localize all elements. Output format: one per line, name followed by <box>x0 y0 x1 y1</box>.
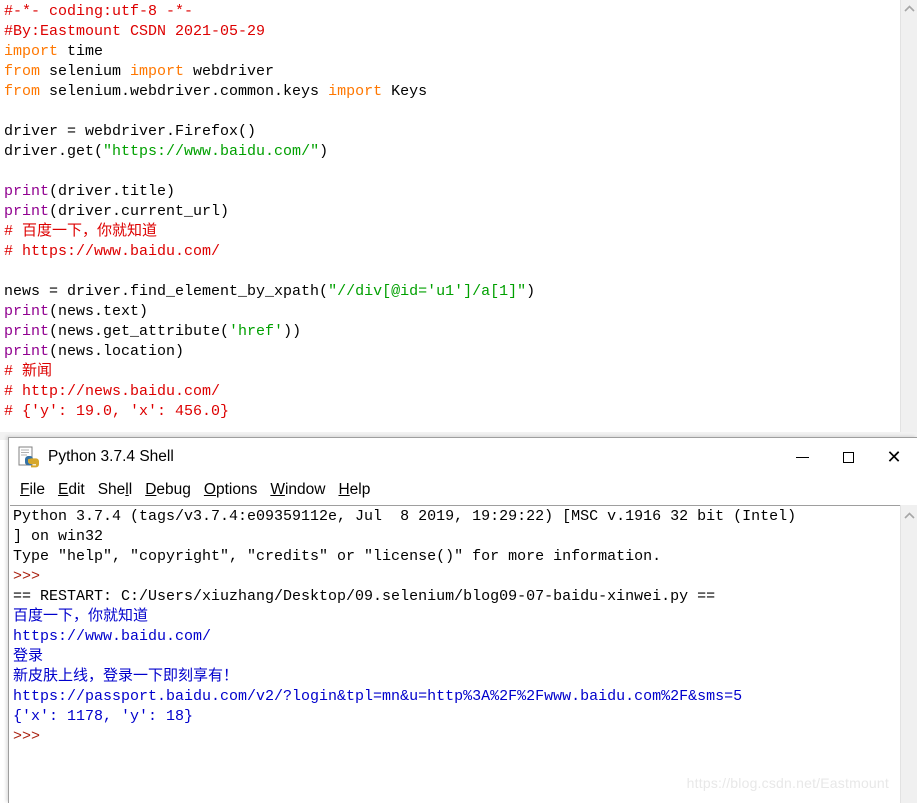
code-token: import <box>130 63 185 80</box>
shell-output-line: ] on win32 <box>13 528 104 545</box>
code-line: # http://news.baidu.com/ <box>4 382 880 402</box>
shell-scrollbar-thumb[interactable] <box>902 525 916 775</box>
code-line: #-*- coding:utf-8 -*- <box>4 2 880 22</box>
code-line: print(driver.current_url) <box>4 202 880 222</box>
code-token: selenium.webdriver.common.keys <box>40 83 329 100</box>
shell-output-line: 百度一下，你就知道 <box>13 608 149 625</box>
code-token: print <box>4 183 50 200</box>
editor-scrollbar-thumb[interactable] <box>902 18 916 408</box>
close-button[interactable]: ✕ <box>871 438 917 476</box>
shell-output-line: 新皮肤上线，登录一下即刻享有！ <box>13 668 239 685</box>
code-token: # https://www.baidu.com/ <box>4 243 221 260</box>
code-token: (news.get_attribute( <box>49 323 230 340</box>
code-line: from selenium import webdriver <box>4 62 880 82</box>
code-line: driver.get("https://www.baidu.com/") <box>4 142 880 162</box>
code-token: )) <box>283 323 302 340</box>
shell-output-line: https://passport.baidu.com/v2/?login&tpl… <box>13 688 743 705</box>
menu-item-shell[interactable]: Shell <box>98 481 133 499</box>
code-token: (driver.title) <box>49 183 176 200</box>
code-token: import <box>4 43 59 60</box>
shell-text-area[interactable]: Python 3.7.4 (tags/v3.7.4:e09359112e, Ju… <box>10 505 917 803</box>
code-token: # 百度一下，你就知道 <box>4 223 158 240</box>
menu-item-edit[interactable]: Edit <box>58 481 85 499</box>
code-token: ) <box>319 143 329 160</box>
code-token: # 新闻 <box>4 363 53 380</box>
python-shell-window[interactable]: Python 3.7.4 Shell ✕ File Edit Shell Debug O… <box>8 437 917 803</box>
code-line: # 新闻 <box>4 362 880 382</box>
code-token: print <box>4 303 50 320</box>
menu-item-debug[interactable]: Debug <box>145 481 191 499</box>
code-token: # {'y': 19.0, 'x': 456.0} <box>4 403 230 420</box>
code-token: # http://news.baidu.com/ <box>4 383 221 400</box>
code-token: from <box>4 63 41 80</box>
menu-item-file[interactable]: File <box>20 481 45 499</box>
shell-menubar[interactable]: File Edit Shell Debug Options Window Help <box>9 476 917 504</box>
shell-output-line: Python 3.7.4 (tags/v3.7.4:e09359112e, Ju… <box>13 508 797 525</box>
shell-output-line: >>> <box>13 728 50 745</box>
code-token: #By:Eastmount CSDN 2021-05-29 <box>4 23 266 40</box>
code-line: #By:Eastmount CSDN 2021-05-29 <box>4 22 880 42</box>
code-line: # https://www.baidu.com/ <box>4 242 880 262</box>
shell-titlebar[interactable]: Python 3.7.4 Shell ✕ <box>9 438 917 476</box>
code-token: print <box>4 323 50 340</box>
code-line: print(news.get_attribute('href')) <box>4 322 880 342</box>
code-line: driver = webdriver.Firefox() <box>4 122 880 142</box>
shell-vertical-scrollbar[interactable] <box>900 505 917 803</box>
code-token: ) <box>526 283 536 300</box>
shell-output-line: >>> <box>13 568 50 585</box>
chevron-up-glyph <box>903 5 915 12</box>
python-idle-icon <box>18 446 40 468</box>
code-token: webdriver <box>184 63 275 80</box>
minimize-button[interactable] <box>779 438 825 476</box>
menu-item-window[interactable]: Window <box>270 481 325 499</box>
code-token: print <box>4 343 50 360</box>
menu-item-options[interactable]: Options <box>204 481 257 499</box>
chevron-up-icon[interactable] <box>901 507 917 525</box>
shell-output-line: Type "help", "copyright", "credits" or "… <box>13 548 662 565</box>
chevron-up-icon[interactable] <box>901 0 917 18</box>
shell-output-line: https://www.baidu.com/ <box>13 628 212 645</box>
code-token: driver = webdriver.Firefox() <box>4 123 257 140</box>
code-token: selenium <box>40 63 131 80</box>
window-controls: ✕ <box>779 438 917 476</box>
shell-output-line: {'x': 1178, 'y': 18} <box>13 708 194 725</box>
code-token: print <box>4 203 50 220</box>
code-token: news = driver.find_element_by_xpath( <box>4 283 329 300</box>
code-line: # {'y': 19.0, 'x': 456.0} <box>4 402 880 422</box>
code-token: 'href' <box>229 323 284 340</box>
code-token: time <box>58 43 104 60</box>
chevron-up-glyph <box>903 512 915 519</box>
shell-window-title: Python 3.7.4 Shell <box>48 448 174 465</box>
code-token: "//div[@id='u1']/a[1]" <box>328 283 527 300</box>
code-line: print(driver.title) <box>4 182 880 202</box>
code-token: (news.text) <box>49 303 149 320</box>
code-token: driver.get( <box>4 143 104 160</box>
code-line: import time <box>4 42 880 62</box>
shell-output-line: == RESTART: C:/Users/xiuzhang/Desktop/09… <box>13 588 716 605</box>
code-line: from selenium.webdriver.common.keys impo… <box>4 82 880 102</box>
maximize-button[interactable] <box>825 438 871 476</box>
code-token: (news.location) <box>49 343 185 360</box>
code-token: Keys <box>382 83 428 100</box>
code-token: #-*- coding:utf-8 -*- <box>4 3 194 20</box>
code-line: news = driver.find_element_by_xpath("//d… <box>4 282 880 302</box>
code-line: print(news.text) <box>4 302 880 322</box>
code-line: # 百度一下，你就知道 <box>4 222 880 242</box>
code-token: import <box>328 83 383 100</box>
shell-output-line: 登录 <box>13 648 44 665</box>
code-line: print(news.location) <box>4 342 880 362</box>
code-editor-text[interactable]: #-*- coding:utf-8 -*- #By:Eastmount CSDN … <box>4 2 880 422</box>
python-idle-glyph <box>18 446 39 468</box>
code-editor-window[interactable]: #-*- coding:utf-8 -*- #By:Eastmount CSDN … <box>0 0 917 440</box>
editor-vertical-scrollbar[interactable] <box>900 0 917 440</box>
code-token: (driver.current_url) <box>49 203 230 220</box>
code-token: "https://www.baidu.com/" <box>103 143 320 160</box>
menu-item-help[interactable]: Help <box>338 481 370 499</box>
code-token: from <box>4 83 41 100</box>
shell-output-text[interactable]: Python 3.7.4 (tags/v3.7.4:e09359112e, Ju… <box>13 507 899 747</box>
